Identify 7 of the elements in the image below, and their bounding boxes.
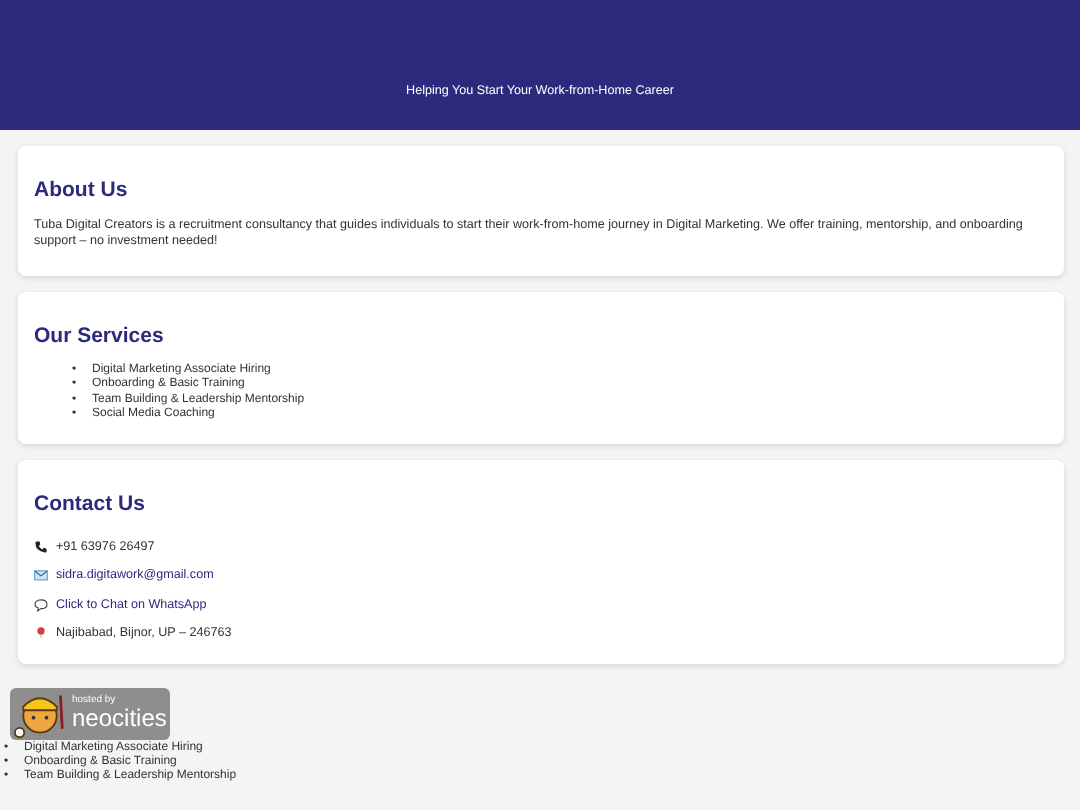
badge-logo-text: neocities — [72, 706, 167, 731]
phone-icon — [34, 539, 48, 554]
section-heading: Our Services — [34, 323, 166, 348]
section-heading: Contact Us — [34, 491, 147, 516]
speech-bubble-icon — [34, 597, 48, 612]
section-heading: About Us — [34, 178, 130, 202]
envelope-icon — [34, 568, 48, 583]
